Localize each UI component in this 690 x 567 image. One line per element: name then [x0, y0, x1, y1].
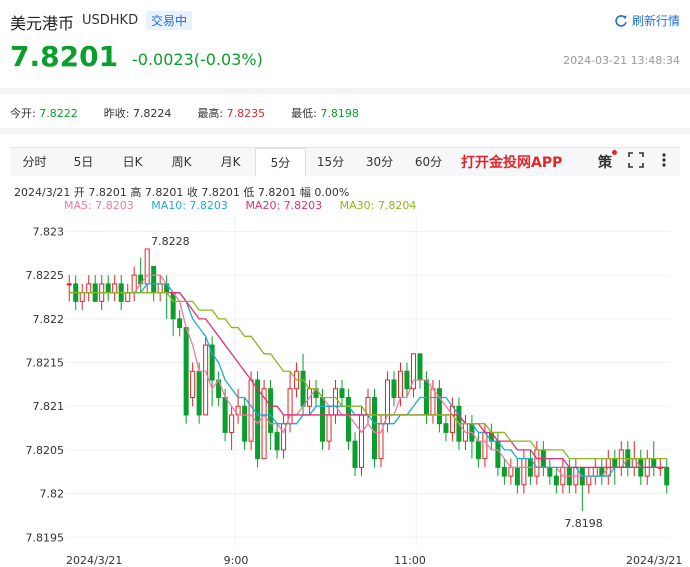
candle	[274, 431, 280, 451]
candle	[242, 405, 248, 442]
ma30-line	[69, 291, 667, 460]
ma5-line	[69, 274, 667, 477]
y-tick-label: 7.821	[33, 400, 65, 413]
candle	[255, 379, 261, 460]
candle	[183, 327, 189, 416]
x-tick-label: 9:00	[224, 554, 249, 567]
candle	[268, 388, 274, 433]
extreme-value-label: 7.8228	[151, 235, 190, 248]
y-tick-label: 7.8215	[26, 357, 65, 370]
candle	[592, 466, 598, 477]
candle	[521, 458, 527, 486]
candle	[508, 466, 514, 477]
candle	[196, 370, 202, 416]
y-tick-label: 7.82	[40, 488, 65, 501]
candle	[177, 318, 183, 329]
candle	[482, 431, 488, 460]
candle	[352, 440, 358, 468]
candle	[346, 396, 352, 442]
candle	[371, 396, 378, 460]
candle	[326, 414, 332, 442]
candle	[320, 396, 326, 442]
candle	[495, 440, 501, 468]
candle	[358, 414, 365, 468]
candle	[547, 466, 553, 477]
extreme-value-label: 7.8198	[564, 517, 603, 530]
candle	[586, 475, 592, 486]
candle	[501, 466, 507, 477]
y-tick-label: 7.8205	[26, 444, 65, 457]
y-tick-label: 7.8225	[26, 269, 65, 282]
candle	[112, 283, 118, 294]
candle	[553, 475, 559, 486]
candle	[651, 458, 657, 468]
candle	[229, 414, 235, 433]
candle	[514, 466, 520, 486]
candle	[449, 405, 455, 433]
candle	[333, 388, 339, 416]
candle	[397, 370, 403, 398]
candle	[79, 292, 85, 302]
x-tick-label: 11:00	[394, 554, 426, 567]
candle	[222, 396, 228, 433]
candle	[436, 388, 442, 425]
y-tick-label: 7.8195	[26, 531, 65, 544]
x-tick-label: 2024/3/21	[66, 554, 122, 567]
candle	[144, 248, 150, 285]
candle	[300, 370, 306, 407]
candle	[170, 292, 176, 320]
y-tick-label: 7.823	[33, 225, 65, 238]
candle	[612, 458, 618, 468]
candle	[443, 423, 449, 433]
candle	[203, 344, 209, 416]
candle	[417, 353, 423, 381]
candle	[66, 283, 72, 286]
candle	[534, 449, 540, 477]
candle	[151, 265, 157, 294]
candle	[105, 283, 111, 294]
x-tick-label: 2024/3/21	[626, 554, 682, 567]
kline-chart: 7.8195 7.82 7.8205 7.821 7.8215 7.822 7.8225 7.…	[26, 214, 682, 567]
candle	[664, 466, 670, 486]
candle	[125, 292, 131, 302]
ma10-line	[69, 283, 667, 477]
candle	[190, 370, 196, 398]
candle	[339, 388, 345, 398]
candle	[248, 379, 254, 442]
candle	[475, 440, 481, 460]
candle	[86, 283, 92, 294]
candle	[404, 370, 410, 390]
candle	[157, 283, 163, 294]
candle	[391, 379, 397, 398]
candle	[430, 388, 436, 416]
y-tick-label: 7.822	[33, 313, 65, 326]
